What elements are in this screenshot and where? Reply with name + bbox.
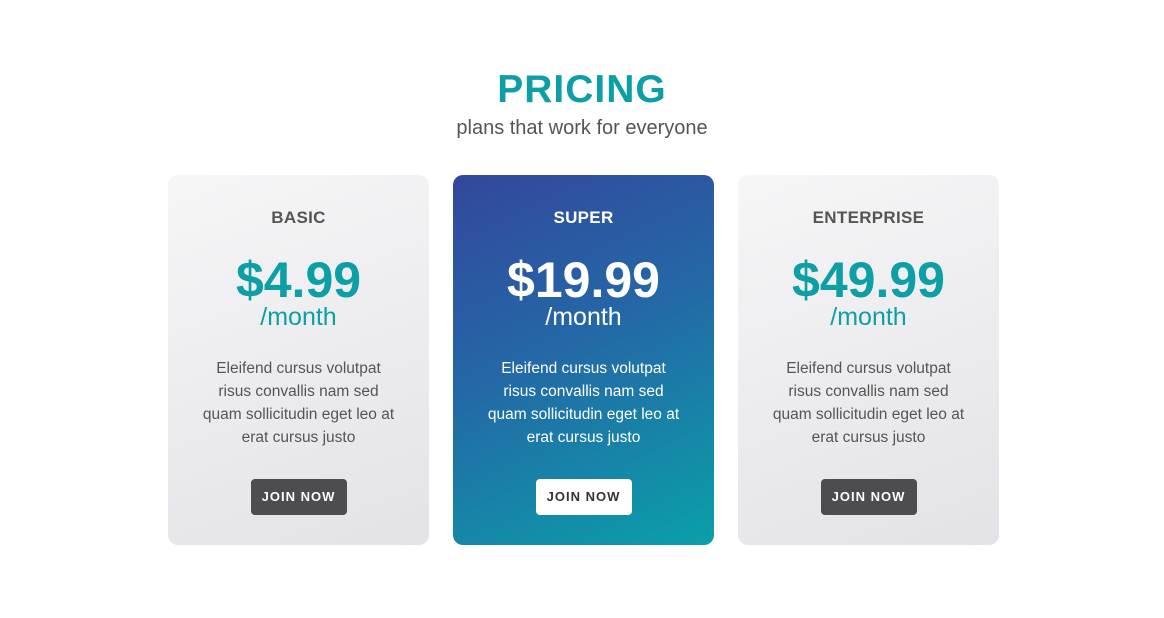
plan-card-super: SUPER $19.99 /month Eleifend cursus volu… <box>453 175 714 545</box>
plan-price: $4.99 <box>235 252 362 308</box>
join-now-button-super[interactable]: JOIN NOW <box>535 479 632 515</box>
plan-card-enterprise: ENTERPRISE $49.99 /month Eleifend cursus… <box>738 175 999 545</box>
plan-name: ENTERPRISE <box>812 208 925 227</box>
page-title: PRICING <box>497 68 667 111</box>
plan-name: SUPER <box>553 208 614 227</box>
plan-description: Eleifend cursus volutpat risus convallis… <box>487 360 680 446</box>
plan-price: $19.99 <box>507 252 660 308</box>
plan-card-basic: BASIC $4.99 /month Eleifend cursus volut… <box>168 175 429 545</box>
pricing-cards: BASIC $4.99 /month Eleifend cursus volut… <box>168 175 999 545</box>
plan-name: BASIC <box>271 208 326 227</box>
page-subtitle: plans that work for everyone <box>456 117 708 139</box>
plan-period: /month <box>830 303 907 331</box>
plan-period: /month <box>545 303 622 331</box>
join-now-button-enterprise[interactable]: JOIN NOW <box>820 479 917 515</box>
join-now-button-basic[interactable]: JOIN NOW <box>250 479 347 515</box>
pricing-header: PRICING plans that work for everyone <box>0 68 1164 142</box>
plan-price: $49.99 <box>792 252 945 308</box>
pricing-page: PRICING plans that work for everyone BAS… <box>0 0 1164 618</box>
plan-description: Eleifend cursus volutpat risus convallis… <box>772 360 965 446</box>
plan-period: /month <box>260 303 337 331</box>
plan-description: Eleifend cursus volutpat risus convallis… <box>202 360 395 446</box>
